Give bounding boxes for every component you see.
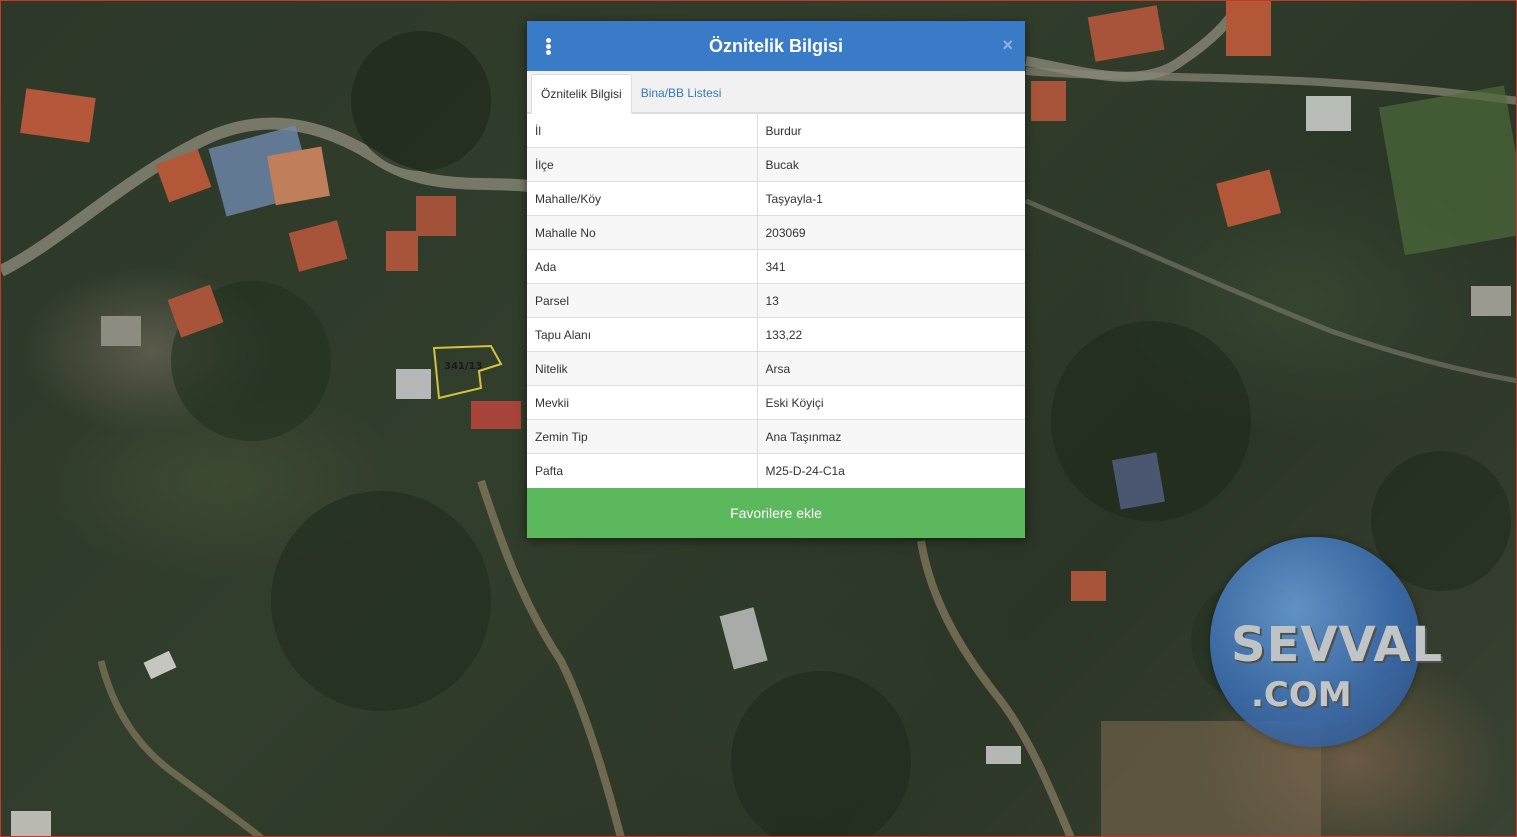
attribute-value: Ana Taşınmaz xyxy=(757,419,1025,454)
attribute-value: 341 xyxy=(757,249,1025,284)
attribute-key: İl xyxy=(527,113,758,148)
table-row: Zemin Tip Ana Taşınmaz xyxy=(527,419,1025,454)
attribute-key: Mahalle/Köy xyxy=(527,181,758,216)
watermark-logo: SEVVAL .COM xyxy=(1205,525,1442,755)
watermark-text-line1: SEVVAL xyxy=(1231,617,1444,673)
attribute-key: Nitelik xyxy=(527,351,758,386)
tab-building-list[interactable]: Bina/BB Listesi xyxy=(632,74,731,113)
dialog-header: Öznitelik Bilgisi × xyxy=(527,21,1025,71)
table-row: Mevkii Eski Köyiçi xyxy=(527,385,1025,420)
tab-bar: Öznitelik Bilgisi Bina/BB Listesi xyxy=(527,71,1025,114)
table-row: Nitelik Arsa xyxy=(527,351,1025,386)
attribute-key: Ada xyxy=(527,249,758,284)
attribute-value: Arsa xyxy=(757,351,1025,386)
tab-attribute-info[interactable]: Öznitelik Bilgisi xyxy=(531,74,632,114)
attribute-value: Burdur xyxy=(757,113,1025,148)
attribute-value: Eski Köyiçi xyxy=(757,385,1025,420)
attribute-value: 133,22 xyxy=(757,317,1025,352)
close-icon[interactable]: × xyxy=(1002,35,1013,56)
attribute-value: M25-D-24-C1a xyxy=(757,453,1025,488)
attribute-table: İl Burdur İlçe Bucak Mahalle/Köy Taşyayla-1… xyxy=(527,113,1025,488)
attribute-info-dialog: Öznitelik Bilgisi × Öznitelik Bilgisi Bin… xyxy=(527,21,1025,538)
watermark-text-line2: .COM xyxy=(1251,675,1352,715)
table-row: Mahalle/Köy Taşyayla-1 xyxy=(527,181,1025,216)
table-row: Ada 341 xyxy=(527,249,1025,284)
table-row: İl Burdur xyxy=(527,113,1025,148)
dialog-title: Öznitelik Bilgisi xyxy=(708,36,844,56)
attribute-key: Pafta xyxy=(527,453,758,488)
table-row: İlçe Bucak xyxy=(527,147,1025,182)
attribute-value: Bucak xyxy=(757,147,1025,182)
parcel-label[interactable]: 341/13 xyxy=(444,361,482,372)
attribute-key: Parsel xyxy=(527,283,758,318)
attribute-key: Tapu Alanı xyxy=(527,317,758,352)
attribute-key: Mevkii xyxy=(527,385,758,420)
vertical-ellipsis-icon[interactable] xyxy=(545,38,553,56)
table-row: Pafta M25-D-24-C1a xyxy=(527,453,1025,488)
attribute-value: 13 xyxy=(757,283,1025,318)
table-row: Tapu Alanı 133,22 xyxy=(527,317,1025,352)
table-row: Mahalle No 203069 xyxy=(527,215,1025,250)
attribute-key: Zemin Tip xyxy=(527,419,758,454)
attribute-key: İlçe xyxy=(527,147,758,182)
table-row: Parsel 13 xyxy=(527,283,1025,318)
attribute-value: 203069 xyxy=(757,215,1025,250)
add-to-favorites-button[interactable]: Favorilere ekle xyxy=(527,487,1025,538)
attribute-key: Mahalle No xyxy=(527,215,758,250)
attribute-value: Taşyayla-1 xyxy=(757,181,1025,216)
